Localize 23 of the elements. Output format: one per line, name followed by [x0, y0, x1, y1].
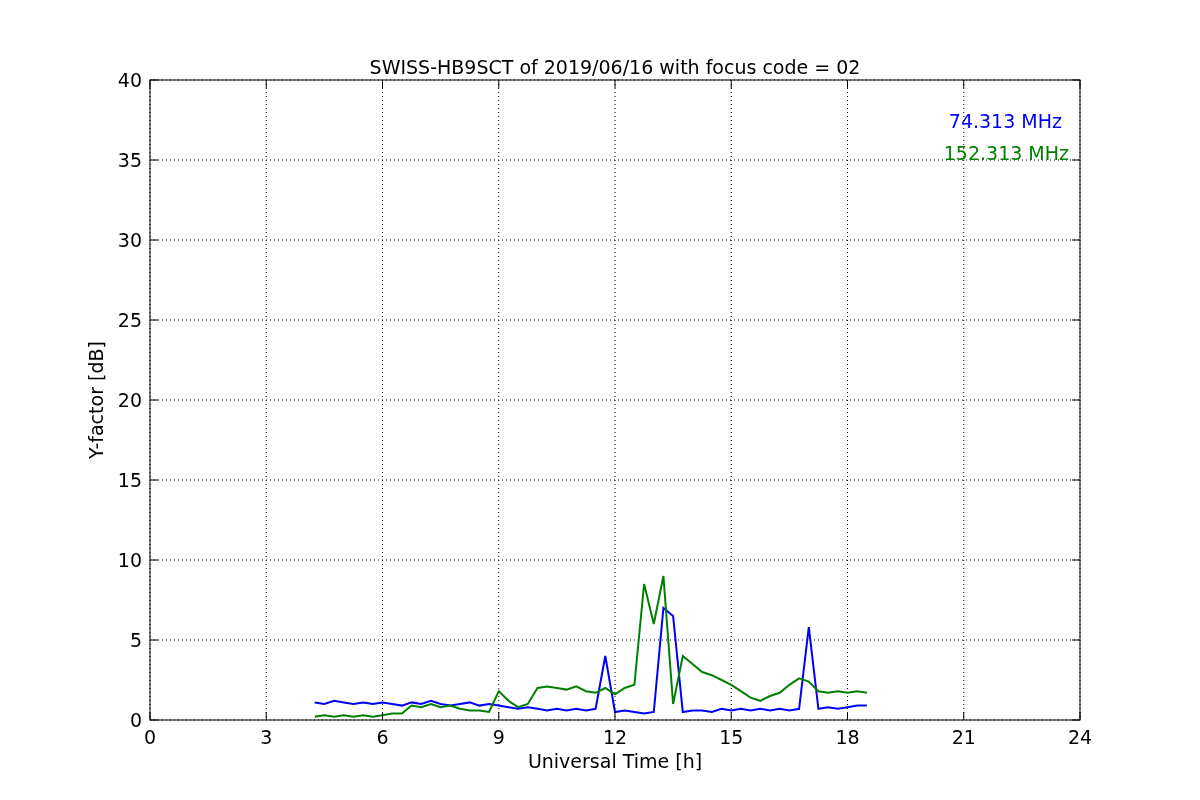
- x-axis-label: Universal Time [h]: [527, 750, 703, 772]
- y-tick-label: 10: [117, 549, 142, 571]
- legend-label: 152.313 MHz: [943, 142, 1069, 164]
- chart-title: SWISS-HB9SCT of 2019/06/16 with focus code = 02: [369, 56, 861, 78]
- x-tick-label: 9: [492, 726, 505, 748]
- y-tick-label: 20: [117, 389, 142, 411]
- y-tick-label: 40: [117, 69, 142, 91]
- y-axis-label: Y-factor [dB]: [85, 341, 107, 459]
- x-tick-label: 6: [376, 726, 389, 748]
- x-tick-label: 12: [602, 726, 628, 748]
- y-tick-label: 15: [117, 469, 142, 491]
- y-tick-label: 35: [117, 149, 142, 171]
- y-tick-label: 25: [117, 309, 142, 331]
- x-tick-label: 21: [951, 726, 976, 748]
- x-tick-label: 18: [835, 726, 860, 748]
- y-tick-label: 30: [117, 229, 142, 251]
- x-tick-label: 3: [260, 726, 273, 748]
- x-tick-label: 15: [719, 726, 744, 748]
- x-tick-label: 0: [143, 726, 157, 748]
- legend-label: 74.313 MHz: [948, 110, 1062, 132]
- y-tick-label: 0: [129, 709, 142, 731]
- x-tick-label: 24: [1067, 726, 1093, 748]
- y-tick-label: 5: [129, 629, 142, 651]
